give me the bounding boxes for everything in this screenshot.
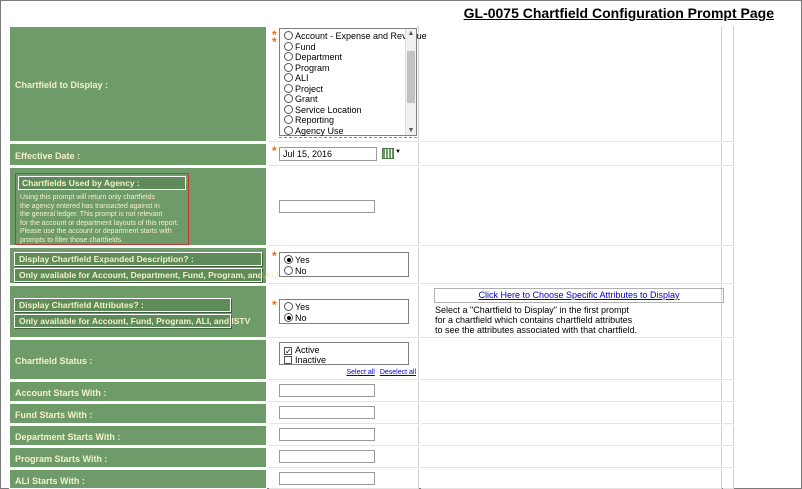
chartfield-to-display-row: Chartfield to Display : * * Account - Ex…: [9, 26, 734, 142]
chartfields-used-row: Chartfields Used by Agency : Using this …: [9, 167, 734, 246]
effective-date-input[interactable]: Jul 15, 2016: [279, 147, 377, 161]
attributes-yes[interactable]: Yes: [284, 302, 310, 312]
department-starts-with-row: Department Starts With :: [9, 425, 734, 446]
scroll-down-icon[interactable]: ▼: [406, 127, 416, 134]
chartfield-option[interactable]: ALI: [284, 73, 309, 83]
chartfield-option[interactable]: Service Location: [284, 104, 362, 115]
attributes-no[interactable]: No: [284, 313, 307, 323]
chartfield-to-display-label: Chartfield to Display :: [15, 80, 109, 90]
expanded-description-no[interactable]: No: [284, 266, 307, 276]
chartfield-listbox[interactable]: Account - Expense and Revenue Fund Depar…: [279, 28, 427, 136]
department-starts-with-label: Department Starts With :: [15, 432, 121, 442]
scroll-up-icon[interactable]: ▲: [406, 30, 416, 37]
select-all-link[interactable]: Select all: [346, 369, 374, 376]
listbox-scrollbar[interactable]: ▲ ▼: [405, 29, 416, 135]
ali-starts-with-row: ALI Starts With :: [9, 469, 734, 489]
chartfield-option[interactable]: Agency Use: [284, 125, 344, 136]
program-starts-with-label: Program Starts With :: [15, 454, 108, 464]
required-marker: *: [272, 144, 277, 158]
fund-starts-with-label: Fund Starts With :: [15, 410, 93, 420]
status-active-checkbox[interactable]: ✓ Active: [284, 345, 320, 356]
attributes-label: Display Chartfield Attributes? :: [14, 298, 231, 312]
effective-date-row: Effective Date : * Jul 15, 2016 ▼: [9, 143, 734, 166]
chartfield-status-label: Chartfield Status :: [15, 356, 93, 366]
chartfield-option[interactable]: Grant: [284, 94, 318, 104]
required-underline: [279, 137, 417, 138]
chartfield-option[interactable]: Department: [284, 52, 342, 62]
account-starts-with-label: Account Starts With :: [15, 388, 107, 398]
attributes-help-text: Select a "Chartfield to Display" in the …: [435, 305, 638, 335]
checkmark-icon: ✓: [284, 347, 292, 356]
required-marker: *: [272, 35, 277, 49]
attributes-row: Display Chartfield Attributes? : Only av…: [9, 285, 734, 338]
chartfield-status-row: Chartfield Status : ✓ Active Inactive Sel…: [9, 339, 734, 380]
expanded-description-yes[interactable]: Yes: [284, 255, 310, 265]
chartfield-option[interactable]: Program: [284, 62, 330, 73]
fund-starts-with-row: Fund Starts With :: [9, 403, 734, 424]
program-starts-with-input[interactable]: [279, 450, 375, 463]
program-starts-with-row: Program Starts With :: [9, 447, 734, 468]
expanded-description-note: Only available for Account, Department, …: [14, 268, 279, 282]
expanded-description-row: Display Chartfield Expanded Description?…: [9, 247, 734, 284]
chartfield-option[interactable]: Project: [284, 83, 323, 94]
chartfields-used-label: Chartfields Used by Agency :: [18, 176, 186, 190]
page-title: GL-0075 Chartfield Configuration Prompt …: [463, 5, 774, 21]
choose-attributes-link[interactable]: Click Here to Choose Specific Attributes…: [434, 288, 724, 303]
account-starts-with-row: Account Starts With :: [9, 381, 734, 402]
chartfield-status-checklist: ✓ Active Inactive: [279, 342, 409, 365]
effective-date-label: Effective Date :: [15, 151, 81, 161]
required-marker: *: [272, 249, 277, 263]
ali-starts-with-input[interactable]: [279, 472, 375, 485]
required-marker: *: [272, 298, 277, 312]
chartfield-option[interactable]: Fund: [284, 41, 316, 52]
calendar-icon[interactable]: [382, 148, 394, 159]
chartfields-used-description: Using this prompt will return only chart…: [20, 194, 179, 244]
status-inactive-checkbox[interactable]: Inactive: [284, 355, 326, 365]
chartfield-option[interactable]: Reporting: [284, 115, 334, 125]
scrollbar-thumb[interactable]: [407, 51, 415, 103]
account-starts-with-input[interactable]: [279, 384, 375, 397]
chartfields-used-input[interactable]: [279, 200, 375, 213]
chevron-down-icon[interactable]: ▼: [395, 149, 401, 155]
deselect-all-link[interactable]: Deselect all: [380, 369, 416, 376]
ali-starts-with-label: ALI Starts With :: [15, 476, 85, 486]
expanded-description-radio-group: Yes No: [279, 252, 409, 277]
expanded-description-label: Display Chartfield Expanded Description?…: [14, 252, 262, 266]
department-starts-with-input[interactable]: [279, 428, 375, 441]
attributes-note: Only available for Account, Fund, Progra…: [14, 314, 250, 328]
fund-starts-with-input[interactable]: [279, 406, 375, 419]
chartfields-used-info: Chartfields Used by Agency : Using this …: [15, 173, 189, 245]
attributes-radio-group: Yes No: [279, 299, 409, 324]
